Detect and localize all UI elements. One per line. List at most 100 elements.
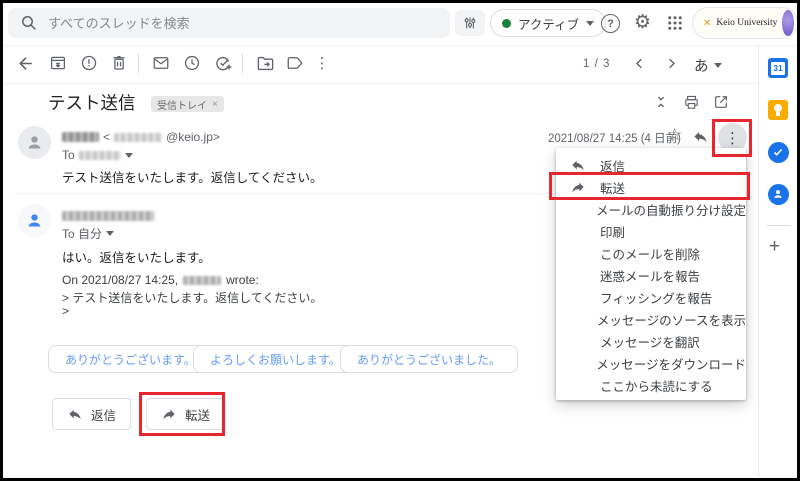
mark-unread-button[interactable]: [151, 53, 171, 73]
menu-item-mark-unread-from-here[interactable]: ここから未読にする: [556, 374, 746, 396]
menu-item-translate[interactable]: メッセージを翻訳: [556, 330, 746, 352]
keep-sidebar-button[interactable]: [767, 99, 789, 121]
smart-reply-chip[interactable]: ありがとうございました。: [340, 345, 518, 373]
reply-bottom-button[interactable]: 返信: [52, 398, 131, 430]
archive-button[interactable]: [48, 53, 68, 73]
snooze-button[interactable]: [182, 53, 202, 73]
email2-from-line: [62, 208, 154, 226]
move-to-button[interactable]: [255, 53, 275, 73]
calendar-icon: 31: [768, 58, 788, 78]
menu-item-filter[interactable]: メールの自動振り分け設定: [556, 198, 746, 220]
active-status-dot: [502, 19, 511, 28]
report-spam-button[interactable]: [79, 53, 99, 73]
menu-item-label: メッセージのソースを表示: [597, 310, 746, 329]
search-input[interactable]: [48, 16, 438, 31]
details-caret-icon[interactable]: [106, 231, 114, 236]
menu-item-label: 迷惑メールを報告: [600, 266, 700, 285]
star-icon: ☆: [667, 125, 682, 144]
keio-logo-icon: ✕: [703, 18, 711, 29]
menu-item-show-original[interactable]: メッセージのソースを表示: [556, 308, 746, 330]
divider: [758, 45, 759, 481]
help-button[interactable]: ?: [601, 14, 620, 33]
plus-icon: +: [769, 236, 780, 257]
smart-reply-chip[interactable]: よろしくお願いします。: [193, 345, 358, 373]
older-button[interactable]: [663, 55, 680, 72]
smart-reply-text: よろしくお願いします。: [210, 351, 341, 368]
more-options-button[interactable]: ⋮: [315, 53, 329, 73]
quote-line: > テスト送信をいたします。返信してください。: [62, 289, 322, 306]
quote-attribution: On 2021/08/27 14:25, wrote:: [62, 273, 259, 287]
email2-to-line[interactable]: To 自分: [62, 225, 114, 242]
open-in-new-window-button[interactable]: [713, 94, 729, 110]
status-selector[interactable]: アクティブ: [490, 9, 606, 37]
menu-item-label: 返信: [600, 156, 625, 175]
reply-label: 返信: [91, 405, 116, 424]
inbox-label-chip[interactable]: 受信トレイ ×: [151, 96, 224, 112]
user-avatar[interactable]: [782, 10, 794, 36]
gear-icon: ⚙: [634, 11, 651, 34]
quote-suffix: wrote:: [226, 273, 259, 287]
sender-avatar[interactable]: [18, 126, 51, 159]
email1-to-line[interactable]: To: [62, 148, 133, 162]
email1-from-line: < @keio.jp>: [62, 130, 220, 144]
thread-subject: テスト送信: [48, 90, 136, 115]
divider: [242, 53, 243, 73]
menu-item-print[interactable]: 印刷: [556, 220, 746, 242]
message-context-menu: 返信 転送 メールの自動振り分け設定 印刷 このメールを削除 迷惑メールを報告 …: [556, 148, 746, 400]
contacts-sidebar-button[interactable]: [767, 183, 789, 205]
keep-icon: [768, 100, 788, 120]
reply-button[interactable]: [692, 128, 709, 145]
menu-item-forward[interactable]: 転送: [556, 176, 746, 198]
menu-item-report-spam[interactable]: 迷惑メールを報告: [556, 264, 746, 286]
search-bar[interactable]: [8, 8, 450, 38]
menu-item-label: フィッシングを報告: [600, 288, 712, 307]
forward-arrow-icon: [161, 406, 177, 422]
menu-item-label: このメールを削除: [600, 244, 700, 263]
collapse-all-button[interactable]: [653, 94, 669, 110]
details-caret-icon[interactable]: [125, 153, 133, 158]
account-switcher[interactable]: ✕ Keio University: [692, 7, 798, 39]
tasks-icon: [768, 142, 789, 163]
star-button[interactable]: ☆: [667, 125, 682, 145]
menu-item-reply[interactable]: 返信: [556, 154, 746, 176]
labels-button[interactable]: [285, 53, 305, 73]
help-icon: ?: [607, 18, 614, 30]
menu-item-label: メールの自動振り分け設定: [596, 200, 746, 219]
divider: [138, 53, 139, 73]
tasks-sidebar-button[interactable]: [767, 141, 789, 163]
to-label: To 自分: [62, 225, 102, 242]
back-button[interactable]: [15, 53, 35, 73]
forward-bottom-button[interactable]: 転送: [146, 398, 225, 430]
contacts-icon: [768, 184, 789, 205]
smart-reply-text: ありがとうございます。: [65, 351, 196, 368]
remove-label-icon[interactable]: ×: [212, 99, 218, 110]
print-all-button[interactable]: [683, 94, 700, 111]
menu-item-label: ここから未読にする: [600, 376, 713, 395]
get-addons-button[interactable]: +: [769, 236, 780, 258]
sender-avatar[interactable]: [18, 204, 51, 237]
redacted-sender-name: [62, 211, 154, 221]
forward-arrow-icon: [570, 179, 586, 195]
delete-button[interactable]: [109, 53, 129, 73]
settings-button[interactable]: ⚙: [634, 11, 651, 34]
calendar-sidebar-button[interactable]: 31: [767, 57, 789, 79]
redacted-quoted-name: [183, 276, 221, 285]
email1-body: テスト送信をいたします。返信してください。: [62, 167, 323, 186]
apps-grid-button[interactable]: [666, 14, 684, 32]
gmail-window: アクティブ ? ⚙ ✕ Keio University: [0, 0, 800, 481]
menu-item-label: メッセージをダウンロード: [596, 354, 746, 373]
search-options-button[interactable]: [455, 10, 485, 36]
smart-reply-chip[interactable]: ありがとうございます。: [48, 345, 213, 373]
smart-reply-text: ありがとうございました。: [357, 351, 501, 368]
newer-button[interactable]: [631, 55, 648, 72]
email1-date: 2021/08/27 14:25 (4 日前): [548, 130, 681, 146]
menu-item-download[interactable]: メッセージをダウンロード: [556, 352, 746, 374]
quote-line: >: [62, 304, 69, 318]
menu-item-delete[interactable]: このメールを削除: [556, 242, 746, 264]
input-tools-label: あ: [694, 55, 709, 76]
add-to-tasks-button[interactable]: [213, 53, 233, 73]
email2-body: はい。返信をいたします。: [62, 247, 211, 266]
from-address-domain: @keio.jp>: [166, 130, 220, 144]
input-tools-button[interactable]: あ: [694, 55, 722, 76]
menu-item-report-phishing[interactable]: フィッシングを報告: [556, 286, 746, 308]
